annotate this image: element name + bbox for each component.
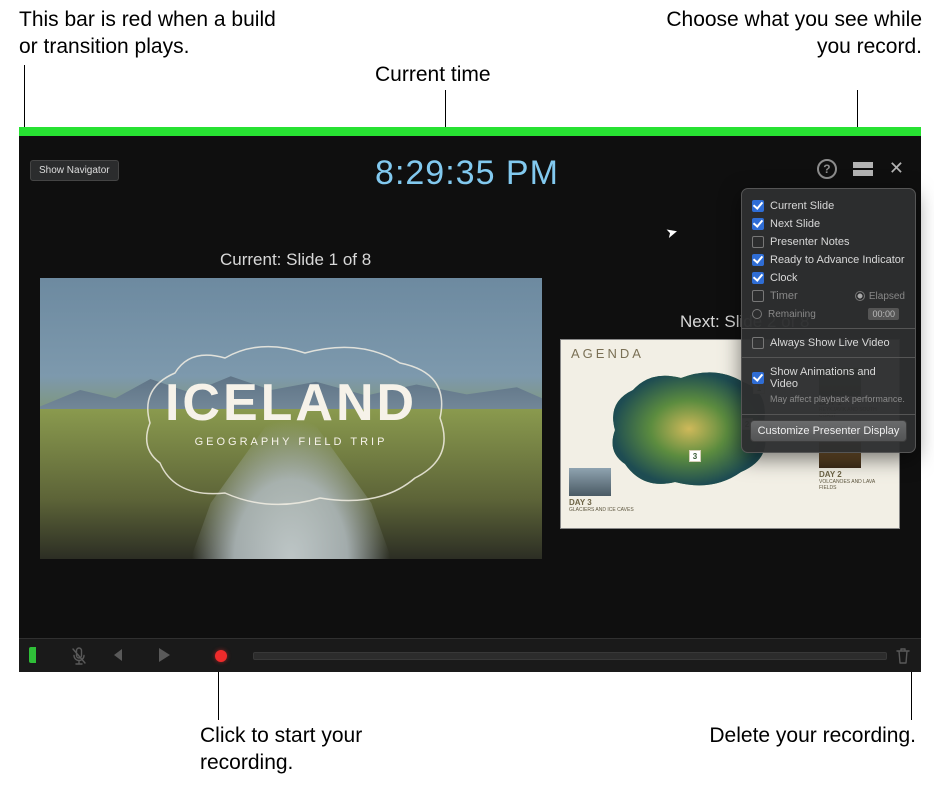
display-options-popover: Current Slide Next Slide Presenter Notes… bbox=[741, 188, 916, 453]
checkbox-icon[interactable] bbox=[752, 200, 764, 212]
current-slide-label: Current: Slide 1 of 8 bbox=[220, 250, 371, 270]
checkbox-icon[interactable] bbox=[752, 372, 764, 384]
option-next-slide[interactable]: Next Slide bbox=[742, 215, 915, 233]
record-button[interactable] bbox=[215, 650, 227, 662]
agenda-card: DAY 3 GLACIERS AND ICE CAVES bbox=[569, 468, 641, 513]
slide-subtitle: GEOGRAPHY FIELD TRIP bbox=[40, 436, 542, 448]
trash-icon[interactable] bbox=[895, 647, 911, 670]
callout-choose-view: Choose what you see while you record. bbox=[662, 6, 922, 61]
microphone-icon[interactable] bbox=[71, 647, 87, 670]
previous-icon[interactable] bbox=[109, 647, 125, 668]
radio-icon[interactable] bbox=[752, 309, 762, 319]
checkbox-icon[interactable] bbox=[752, 337, 764, 349]
recording-toolbar bbox=[19, 638, 921, 672]
recording-timeline[interactable] bbox=[253, 652, 887, 660]
slide-title: ICELAND bbox=[40, 373, 542, 433]
option-live-video[interactable]: Always Show Live Video bbox=[742, 334, 915, 352]
timer-value: 00:00 bbox=[868, 308, 899, 320]
close-icon[interactable]: ✕ bbox=[889, 158, 904, 179]
checkbox-icon[interactable] bbox=[752, 218, 764, 230]
callout-delete-recording: Delete your recording. bbox=[610, 722, 916, 749]
option-timer[interactable]: Timer Elapsed bbox=[742, 287, 915, 305]
callout-line bbox=[218, 672, 219, 720]
option-ready-indicator[interactable]: Ready to Advance Indicator bbox=[742, 251, 915, 269]
radio-icon[interactable] bbox=[855, 291, 865, 301]
option-current-slide[interactable]: Current Slide bbox=[742, 197, 915, 215]
callout-line bbox=[911, 672, 912, 720]
option-animations[interactable]: Show Animations and Video bbox=[742, 363, 915, 393]
callout-line bbox=[24, 65, 25, 128]
map-marker: 3 bbox=[689, 450, 701, 462]
checkbox-icon[interactable] bbox=[752, 272, 764, 284]
play-icon[interactable] bbox=[157, 647, 171, 668]
option-timer-remaining[interactable]: Remaining 00:00 bbox=[742, 305, 915, 323]
checkbox-icon[interactable] bbox=[752, 236, 764, 248]
option-presenter-notes[interactable]: Presenter Notes bbox=[742, 233, 915, 251]
option-clock[interactable]: Clock bbox=[742, 269, 915, 287]
callout-red-bar: This bar is red when a build or transiti… bbox=[19, 6, 279, 61]
customize-presenter-display-button[interactable]: Customize Presenter Display bbox=[750, 420, 907, 442]
callout-start-recording: Click to start your recording. bbox=[200, 722, 420, 777]
layout-options-icon[interactable] bbox=[853, 162, 873, 176]
checkbox-icon[interactable] bbox=[752, 290, 764, 302]
help-icon[interactable]: ? bbox=[817, 159, 837, 179]
ready-to-advance-bar bbox=[19, 127, 921, 136]
current-slide-preview: ICELAND GEOGRAPHY FIELD TRIP bbox=[40, 278, 542, 559]
checkbox-icon[interactable] bbox=[752, 254, 764, 266]
agenda-heading: AGENDA bbox=[571, 346, 644, 361]
animations-note: May affect playback performance. bbox=[742, 393, 915, 409]
status-indicator-icon bbox=[29, 647, 36, 663]
callout-current-time: Current time bbox=[375, 61, 575, 88]
